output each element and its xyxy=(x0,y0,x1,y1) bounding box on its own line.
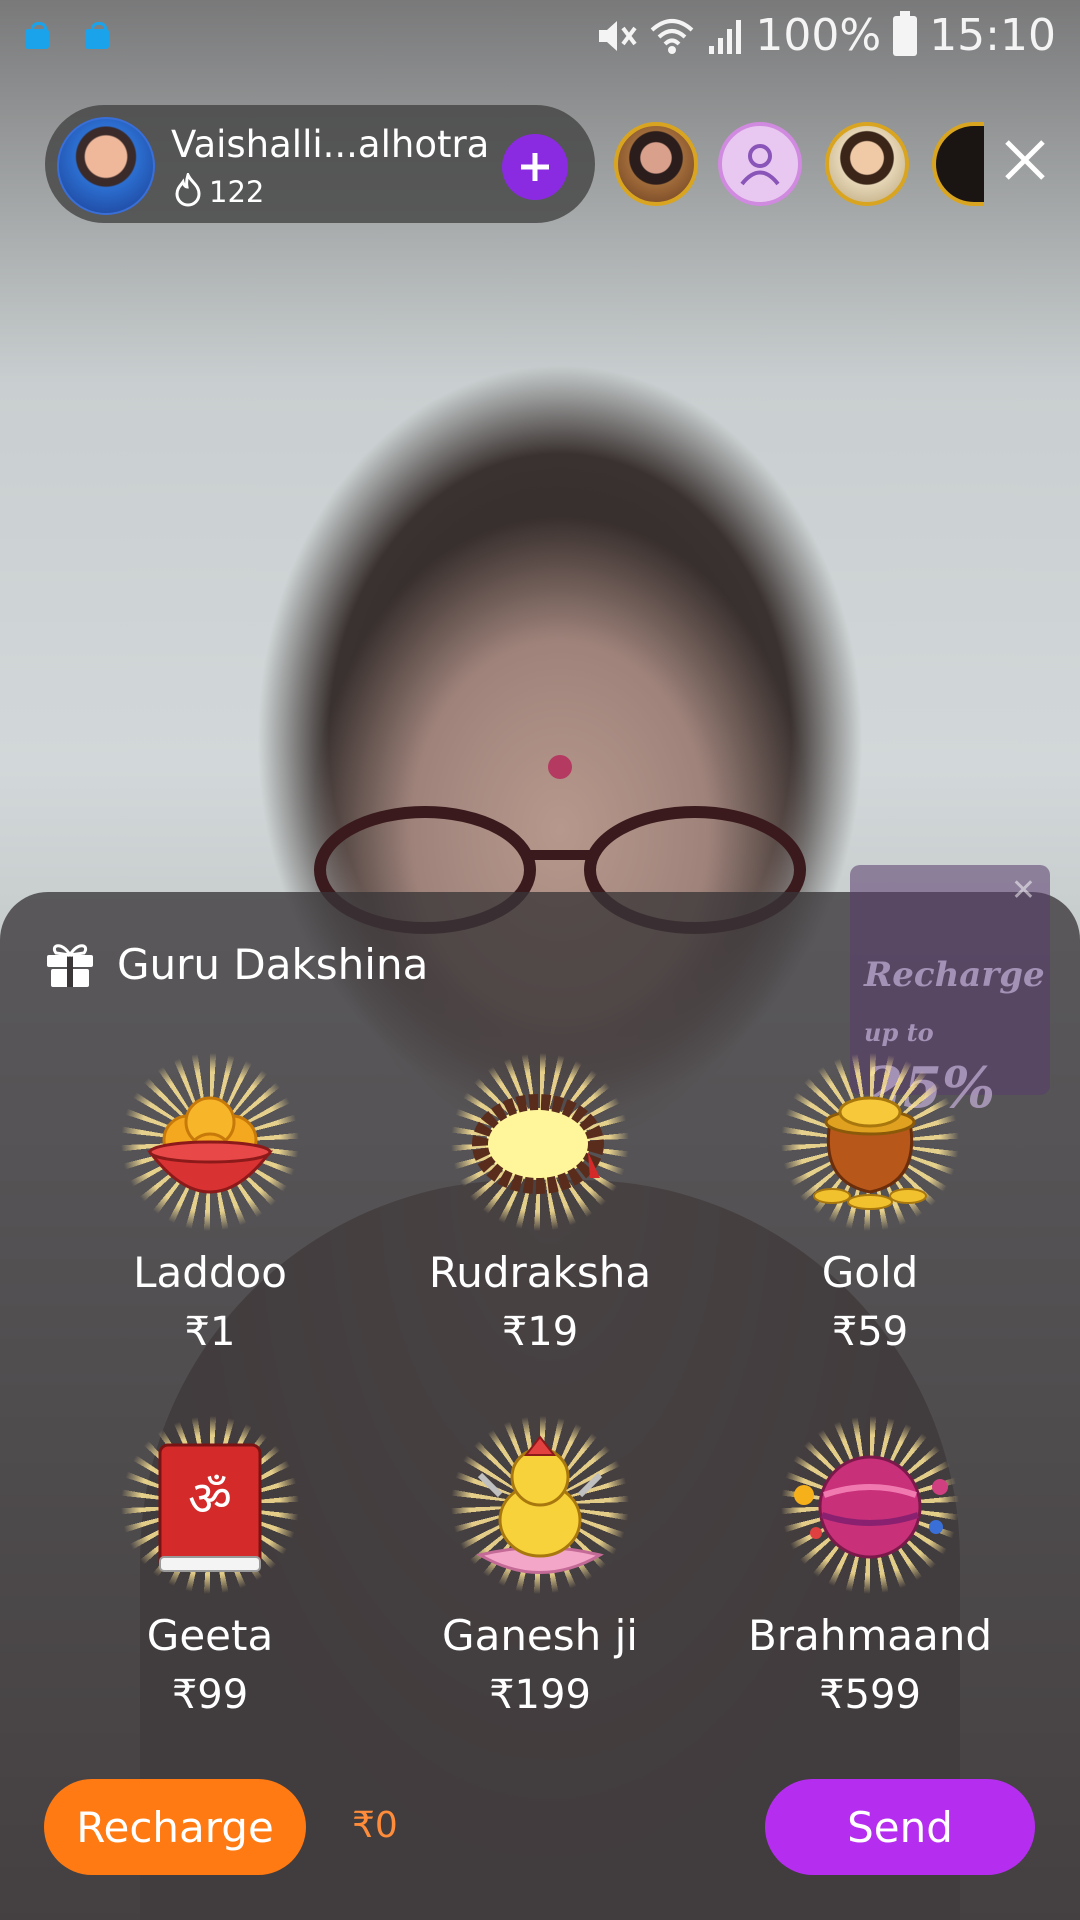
gift-item-laddoo[interactable]: Laddoo ₹1 xyxy=(60,1052,360,1355)
host-avatar[interactable] xyxy=(57,117,155,215)
panel-title: Guru Dakshina xyxy=(117,940,429,989)
gift-name: Ganesh ji xyxy=(442,1611,638,1660)
svg-text:ॐ: ॐ xyxy=(188,1471,232,1527)
gift-name: Brahmaand xyxy=(747,1611,993,1660)
shopping-bag-icon xyxy=(82,20,112,50)
status-bar: 100% 15:10 xyxy=(0,0,1080,74)
gold-pot-icon xyxy=(813,1096,927,1210)
host-info-pill[interactable]: Vaishalli...alhotra 122 xyxy=(45,105,595,223)
user-icon xyxy=(740,144,780,186)
gift-price: ₹599 xyxy=(819,1672,921,1718)
shopping-bag-icon xyxy=(22,20,52,50)
viewer-avatar[interactable] xyxy=(718,122,802,206)
clock: 15:10 xyxy=(929,10,1056,61)
plus-icon xyxy=(521,153,549,181)
wifi-icon xyxy=(651,18,694,54)
gift-name: Laddoo xyxy=(133,1248,287,1297)
ganesh-icon xyxy=(476,1435,604,1574)
recharge-button[interactable]: Recharge xyxy=(44,1779,306,1875)
gift-name: Geeta xyxy=(146,1611,274,1660)
mute-icon xyxy=(599,20,637,51)
gift-item-geeta[interactable]: ॐ Geeta ₹99 xyxy=(60,1415,360,1718)
bindi-detail xyxy=(548,755,572,779)
gift-item-ganesh-ji[interactable]: Ganesh ji ₹199 xyxy=(390,1415,690,1718)
close-icon[interactable] xyxy=(1000,138,1050,188)
planet-icon xyxy=(794,1455,948,1559)
gift-icon xyxy=(47,944,93,987)
fire-icon xyxy=(175,173,201,207)
gift-price: ₹59 xyxy=(831,1309,909,1355)
gift-price: ₹19 xyxy=(501,1309,579,1355)
book-icon: ॐ xyxy=(158,1443,262,1572)
viewer-avatar[interactable] xyxy=(825,122,909,206)
laddoo-icon xyxy=(146,1096,274,1194)
battery-percent: 100% xyxy=(755,10,882,61)
close-icon[interactable]: ✕ xyxy=(1011,873,1036,908)
gift-price: ₹199 xyxy=(489,1672,591,1718)
gift-item-gold[interactable]: Gold ₹59 xyxy=(720,1052,1020,1355)
wallet-balance: ₹0 xyxy=(352,1805,398,1846)
signal-icon xyxy=(709,19,742,54)
gift-item-brahmaand[interactable]: Brahmaand ₹599 xyxy=(720,1415,1020,1718)
follow-button[interactable] xyxy=(502,134,568,200)
gift-price: ₹1 xyxy=(184,1309,236,1355)
send-button[interactable]: Send xyxy=(765,1779,1035,1875)
viewer-avatar[interactable] xyxy=(614,122,698,206)
gift-price: ₹99 xyxy=(171,1672,249,1718)
gift-name: Gold xyxy=(821,1248,919,1297)
host-name: Vaishalli...alhotra xyxy=(171,123,490,166)
host-fire-count: 122 xyxy=(209,175,265,209)
gift-item-rudraksha[interactable]: Rudraksha ₹19 xyxy=(390,1052,690,1355)
battery-icon xyxy=(893,10,918,56)
gift-name: Rudraksha xyxy=(428,1248,652,1297)
rudraksha-icon xyxy=(472,1094,604,1194)
